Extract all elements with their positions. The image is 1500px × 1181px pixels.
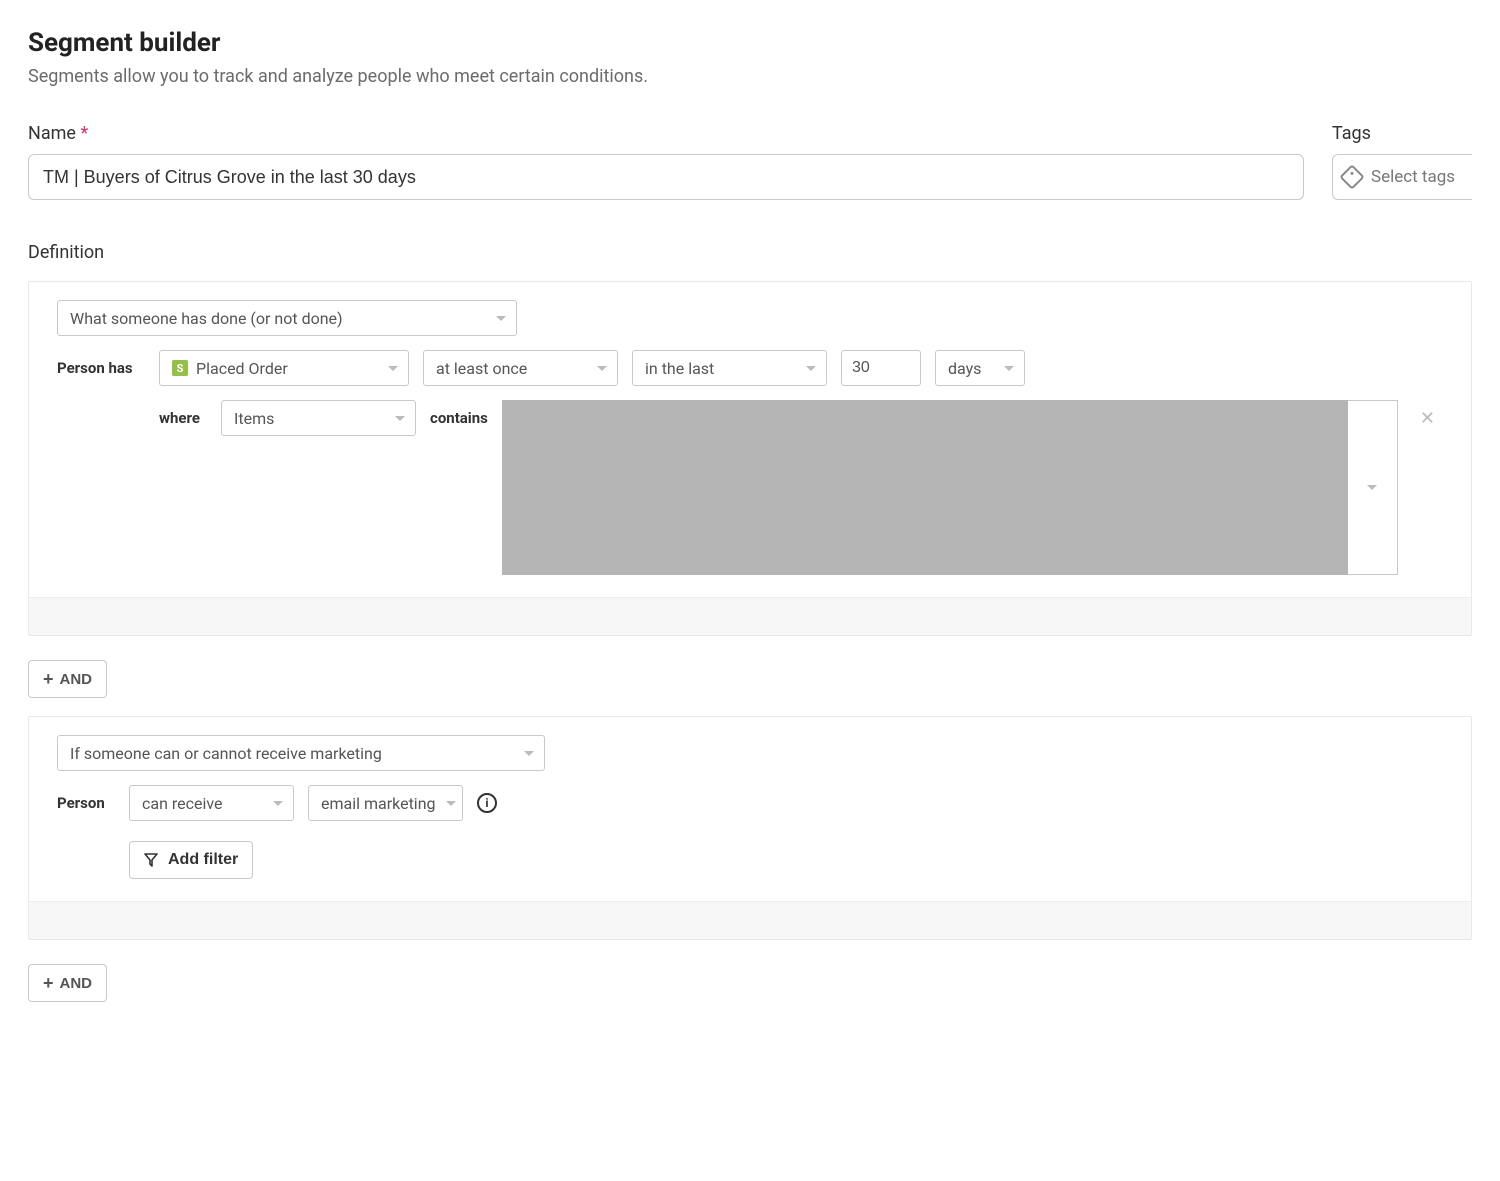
name-label-text: Name [28, 123, 76, 144]
person-label: Person [57, 785, 115, 812]
plus-icon: + [43, 669, 54, 690]
condition-type-label-2: If someone can or cannot receive marketi… [70, 744, 382, 763]
top-fields-row: Name * Tags Select tags [28, 123, 1472, 200]
add-filter-button[interactable]: Add filter [129, 841, 253, 879]
name-label: Name * [28, 123, 1304, 144]
chevron-down-icon [806, 366, 816, 371]
tags-placeholder: Select tags [1371, 167, 1455, 187]
frequency-select[interactable]: at least once [423, 350, 618, 386]
condition-type-select-1[interactable]: What someone has done (or not done) [57, 300, 517, 336]
item-value-select[interactable] [502, 400, 1398, 575]
tag-icon [1339, 164, 1364, 189]
where-label: where [159, 400, 207, 427]
can-receive-select[interactable]: can receive [129, 785, 294, 821]
chevron-down-icon [446, 801, 456, 806]
page-title: Segment builder [28, 28, 1472, 58]
unit-label: days [948, 359, 981, 378]
condition-type-select-2[interactable]: If someone can or cannot receive marketi… [57, 735, 545, 771]
chevron-down-icon [597, 366, 607, 371]
and-label-bottom: AND [60, 975, 93, 992]
info-icon[interactable]: i [477, 793, 497, 813]
add-filter-label: Add filter [168, 851, 238, 869]
person-has-label: Person has [57, 350, 145, 377]
timeframe-label: in the last [645, 359, 714, 378]
segment-name-input[interactable] [28, 154, 1304, 200]
and-button-1[interactable]: + AND [28, 660, 107, 698]
plus-icon: + [43, 973, 54, 994]
tags-select[interactable]: Select tags [1332, 154, 1472, 200]
page-subtitle: Segments allow you to track and analyze … [28, 66, 1472, 87]
condition-card-2: If someone can or cannot receive marketi… [28, 716, 1472, 940]
can-receive-label: can receive [142, 794, 223, 813]
timeframe-number-input[interactable] [841, 350, 921, 386]
condition-card-1: What someone has done (or not done) Pers… [28, 281, 1472, 636]
and-connector-1: + AND [28, 660, 1472, 698]
channel-label: email marketing [321, 794, 436, 813]
chevron-down-icon [1367, 485, 1377, 490]
chevron-down-icon [395, 416, 405, 421]
frequency-label: at least once [436, 359, 527, 378]
condition2-row1: Person can receive email marketing i [57, 785, 1443, 821]
item-select-caret[interactable] [1348, 400, 1398, 575]
property-select[interactable]: Items [221, 400, 416, 436]
funnel-icon [144, 853, 158, 867]
and-label: AND [60, 671, 93, 688]
condition1-row2: where Items contains ✕ [57, 400, 1443, 575]
item-preview-thumbnail [502, 400, 1348, 575]
page-header: Segment builder Segments allow you to tr… [28, 28, 1472, 87]
add-and-condition-button[interactable]: + AND [28, 964, 107, 1002]
event-select[interactable]: S Placed Order [159, 350, 409, 386]
marketing-channel-select[interactable]: email marketing [308, 785, 463, 821]
chevron-down-icon [273, 801, 283, 806]
tags-label: Tags [1332, 123, 1472, 144]
definition-label: Definition [28, 242, 1472, 263]
condition1-row1: Person has S Placed Order at least once … [57, 350, 1443, 386]
tags-field-column: Tags Select tags [1332, 123, 1472, 200]
chevron-down-icon [1004, 366, 1014, 371]
property-label: Items [234, 409, 274, 428]
card-footer [29, 597, 1471, 635]
timeframe-select[interactable]: in the last [632, 350, 827, 386]
condition-type-label: What someone has done (or not done) [70, 309, 343, 328]
chevron-down-icon [496, 316, 506, 321]
timeframe-unit-select[interactable]: days [935, 350, 1025, 386]
chevron-down-icon [388, 366, 398, 371]
remove-filter-button[interactable]: ✕ [1412, 400, 1443, 437]
event-label: Placed Order [196, 359, 288, 378]
card-footer-2 [29, 901, 1471, 939]
contains-label: contains [430, 400, 488, 427]
chevron-down-icon [524, 751, 534, 756]
required-asterisk: * [80, 123, 88, 144]
shopify-icon: S [172, 360, 188, 376]
name-field-column: Name * [28, 123, 1304, 200]
